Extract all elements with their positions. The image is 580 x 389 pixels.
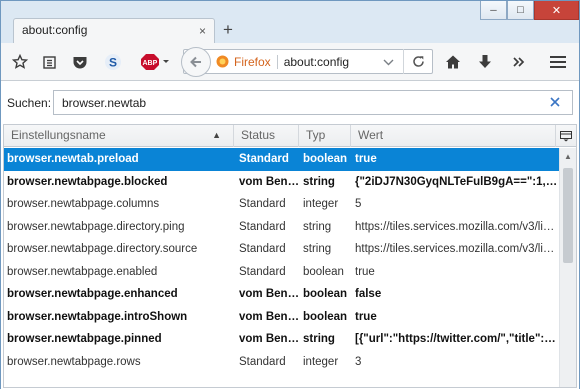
table-row[interactable]: browser.newtabpage.columns Standard intege… [4, 193, 560, 216]
pref-status-cell: Standard [239, 220, 286, 233]
column-header-label: Einstellungsname [11, 128, 106, 142]
table-row[interactable]: browser.newtabpage.blocked vom Ben… string… [4, 171, 560, 194]
table-row[interactable]: browser.newtabpage.pinned vom Ben… string [… [4, 328, 560, 351]
pref-type-cell: boolean [303, 310, 348, 323]
column-picker-icon[interactable] [556, 125, 576, 147]
table-header: Einstellungsname ▲ Status Typ Wert [4, 125, 576, 147]
pref-status-cell: Standard [239, 153, 289, 166]
pref-name-cell: browser.newtabpage.directory.ping [7, 220, 185, 233]
pref-name-cell: browser.newtabpage.enhanced [7, 288, 178, 301]
column-header-label: Wert [358, 128, 384, 142]
pref-status-cell: Standard [239, 355, 286, 368]
pref-name-cell: browser.newtabpage.columns [7, 198, 160, 211]
pref-value-cell: false [355, 288, 382, 301]
pref-type-cell: boolean [303, 288, 348, 301]
table-row[interactable]: browser.newtabpage.enabled Standard boolea… [4, 261, 560, 284]
pref-name-cell: browser.newtabpage.rows [7, 355, 141, 368]
column-header-label: Typ [306, 128, 326, 142]
bookmark-star-icon[interactable] [9, 51, 31, 73]
pref-value-cell: [{"url":"https://twitter.com/","title":… [355, 333, 556, 346]
about-config-page: Suchen: Einstellungsname ▲ Status Typ We… [1, 81, 579, 389]
menu-hamburger-icon[interactable] [547, 51, 569, 73]
search-label: Suchen: [7, 96, 52, 110]
pref-type-cell: string [303, 175, 335, 188]
table-row[interactable]: browser.newtabpage.rows Standard integer 3 [4, 351, 560, 374]
back-arrow-icon [190, 56, 201, 68]
tab-title: about:config [22, 23, 88, 37]
home-icon[interactable] [442, 51, 464, 73]
svg-text:ABP: ABP [143, 60, 158, 67]
vertical-scrollbar[interactable]: ▲ [559, 148, 576, 387]
pref-name-cell: browser.newtab.preload [7, 153, 139, 166]
pref-status-cell: Standard [239, 198, 286, 211]
pref-type-cell: string [303, 243, 332, 256]
downloads-icon[interactable] [474, 51, 496, 73]
svg-text:S: S [109, 56, 117, 70]
pref-value-cell: 3 [355, 355, 362, 368]
s-extension-icon[interactable]: S [102, 51, 124, 73]
sort-ascending-icon: ▲ [212, 130, 221, 140]
pref-name-cell: browser.newtabpage.pinned [7, 333, 162, 346]
browser-window: ─ □ ✕ about:config × + S ABP Firefox abo… [0, 0, 580, 389]
url-text[interactable]: about:config [284, 55, 383, 69]
new-tab-button[interactable]: + [223, 20, 233, 40]
column-header-value[interactable]: Wert [351, 125, 556, 147]
scroll-up-icon[interactable]: ▲ [560, 148, 576, 164]
pref-type-cell: string [303, 220, 332, 233]
pref-type-cell: boolean [303, 265, 344, 278]
pref-name-cell: browser.newtabpage.introShown [7, 310, 188, 323]
pref-value-cell: true [355, 310, 377, 323]
preferences-table: Einstellungsname ▲ Status Typ Wert brows… [3, 124, 577, 388]
column-header-label: Status [241, 128, 276, 142]
pref-status-cell: vom Ben… [239, 333, 300, 346]
adblock-plus-icon[interactable]: ABP [140, 51, 172, 73]
table-body: browser.newtab.preload Standard boolean tru… [4, 148, 560, 373]
url-dropdown-icon[interactable] [383, 55, 394, 69]
clear-search-icon[interactable] [550, 95, 560, 110]
pref-type-cell: integer [303, 198, 339, 211]
reload-icon[interactable] [404, 55, 432, 68]
table-row[interactable]: browser.newtabpage.introShown vom Ben… boo… [4, 306, 560, 329]
pref-type-cell: integer [303, 355, 339, 368]
pref-value-cell: 5 [355, 198, 362, 211]
search-input[interactable] [53, 90, 573, 115]
pref-name-cell: browser.newtabpage.enabled [7, 265, 158, 278]
table-row[interactable]: browser.newtabpage.directory.ping Standar… [4, 216, 560, 239]
identity-label: Firefox [234, 54, 271, 69]
pocket-icon[interactable] [69, 51, 91, 73]
column-header-type[interactable]: Typ [299, 125, 351, 147]
pref-status-cell: Standard [239, 243, 286, 256]
url-bar[interactable]: Firefox about:config [183, 49, 433, 74]
pref-value-cell: {"2iDJ7N30GyqNLTeFulB9gA==":1,"s… [355, 175, 558, 188]
pref-value-cell: https://tiles.services.mozilla.com/v3/li… [355, 220, 558, 233]
back-button[interactable] [181, 47, 211, 77]
tab-close-icon[interactable]: × [199, 24, 206, 38]
column-header-name[interactable]: Einstellungsname ▲ [4, 125, 234, 147]
pref-status-cell: vom Ben… [239, 175, 300, 188]
table-row[interactable]: browser.newtabpage.directory.source Stand… [4, 238, 560, 261]
table-row[interactable]: browser.newtabpage.enhanced vom Ben… boole… [4, 283, 560, 306]
navigation-toolbar: S ABP Firefox about:config [1, 43, 579, 81]
search-row: Suchen: [1, 81, 579, 123]
scrollbar-thumb[interactable] [563, 168, 573, 263]
pref-value-cell: https://tiles.services.mozilla.com/v3/li… [355, 243, 558, 256]
reading-list-icon[interactable] [38, 51, 60, 73]
pref-name-cell: browser.newtabpage.directory.source [7, 243, 198, 256]
tab-strip: about:config × + [1, 1, 579, 44]
table-row[interactable]: browser.newtab.preload Standard boolean tru… [4, 148, 560, 171]
identity-divider [276, 54, 278, 69]
pref-value-cell: true [355, 265, 375, 278]
pref-status-cell: vom Ben… [239, 310, 300, 323]
pref-type-cell: string [303, 333, 335, 346]
overflow-chevron-icon[interactable] [508, 51, 530, 73]
column-header-status[interactable]: Status [234, 125, 299, 147]
pref-value-cell: true [355, 153, 377, 166]
pref-type-cell: boolean [303, 153, 348, 166]
pref-name-cell: browser.newtabpage.blocked [7, 175, 168, 188]
pref-status-cell: Standard [239, 265, 286, 278]
tab-about-config[interactable]: about:config × [13, 18, 215, 44]
pref-status-cell: vom Ben… [239, 288, 300, 301]
firefox-logo-icon [216, 55, 229, 68]
